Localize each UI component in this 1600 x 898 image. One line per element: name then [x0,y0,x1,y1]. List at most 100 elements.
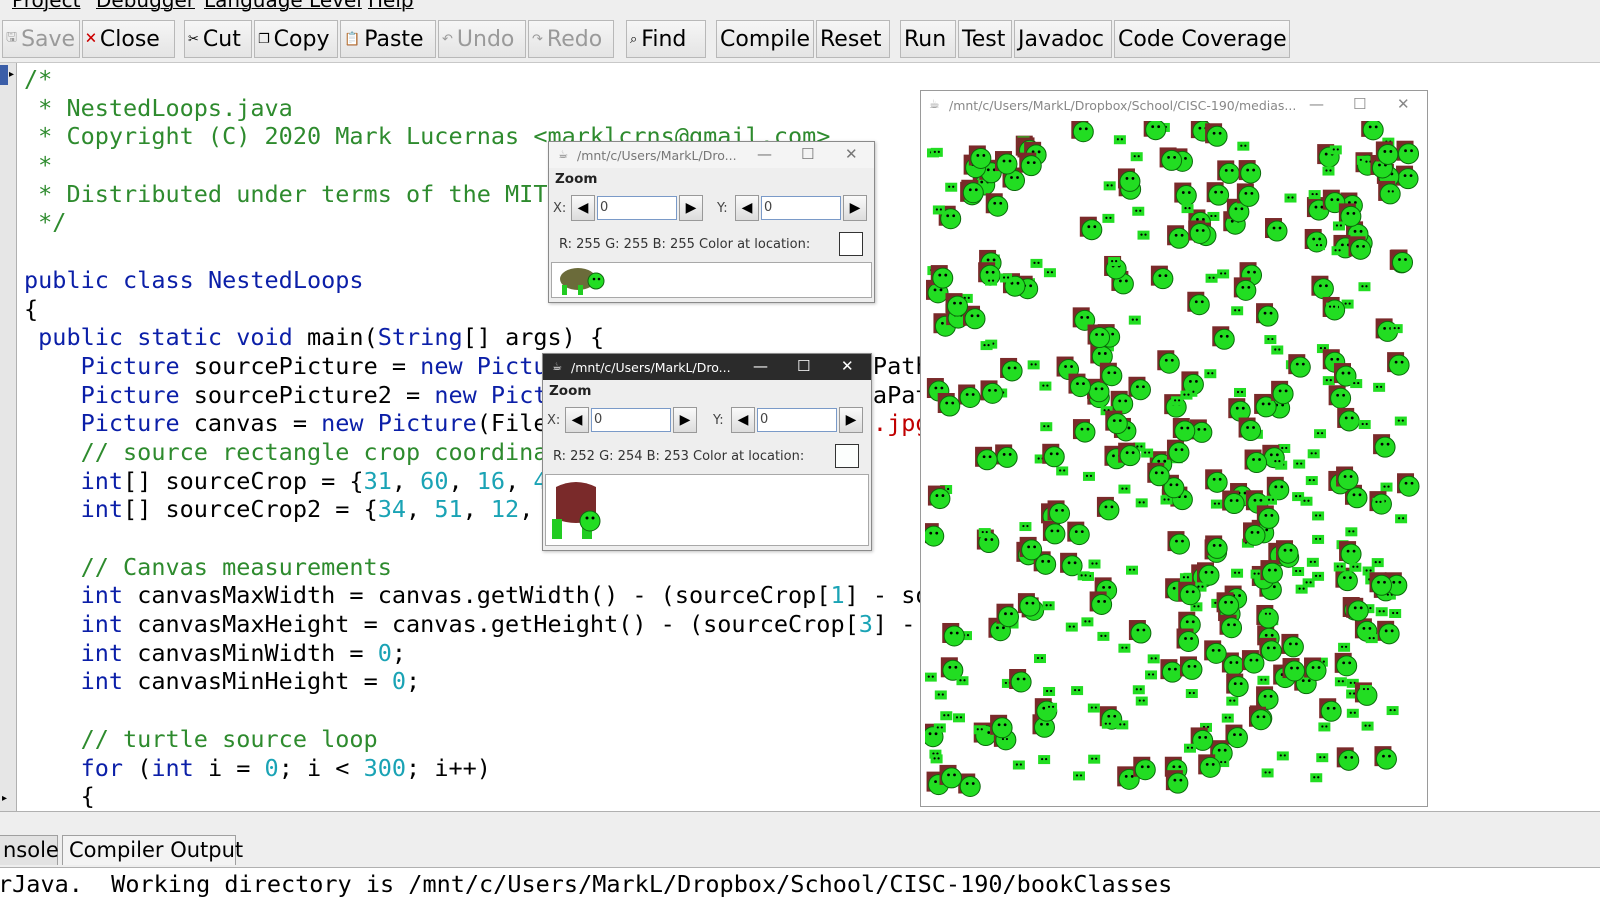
x-next-button[interactable]: ▶ [673,407,697,433]
code-token: 60 [420,466,449,495]
turtle-sprite [1328,385,1352,409]
turtle-sprite [1045,702,1058,712]
zoom-menu[interactable]: Zoom [549,383,591,399]
save-label: Save [21,26,76,52]
x-next-button[interactable]: ▶ [679,195,703,221]
picture-explorer-window-2[interactable]: ☕ /mnt/c/Users/MarkL/Dro... — ☐ ✕ Zoom X… [542,353,872,551]
turtle-image [552,482,601,539]
maximize-icon[interactable]: ☐ [1353,95,1366,113]
turtle-sprite [1312,511,1325,521]
run-button[interactable]: Run [900,20,956,58]
y-prev-button[interactable]: ◀ [735,195,759,221]
test-button[interactable]: Test [958,20,1012,58]
turtle-sprite [930,265,954,289]
explorer-2-menu: Zoom [543,380,871,402]
menu-project[interactable]: Project [12,0,80,12]
tab-console[interactable]: nsole [0,835,59,865]
code-token: 0 [377,638,392,667]
code-token: sourcePicture = [179,351,421,380]
turtle-sprite [1071,686,1084,696]
code-token: 16 [476,466,506,495]
redo-button[interactable]: ↷ Redo [528,20,614,58]
turtle-sprite [1096,496,1120,521]
turtle-sprite [1137,230,1150,240]
explorer-2-image-pane[interactable] [545,474,869,546]
close-button[interactable]: 🗙 Close [82,20,175,58]
y-next-button[interactable]: ▶ [839,407,863,433]
close-icon[interactable]: ✕ [1397,95,1410,113]
compile-button[interactable]: Compile [716,20,814,58]
turtle-sprite [1256,686,1279,710]
x-label: X: [553,201,567,216]
turtle-sprite [995,444,1018,468]
code-token: public class [24,265,208,294]
code-line: /* [24,65,1000,94]
y-prev-button[interactable]: ◀ [731,407,755,433]
turtle-sprite [1150,265,1174,290]
turtle-sprite [1118,643,1131,653]
canvas-window[interactable]: ☕ /mnt/c/Users/MarkL/Dropbox/School/CISC… [920,90,1428,807]
code-token: [] sourceCrop2 = { [123,495,378,524]
code-coverage-button[interactable]: Code Coverage [1114,20,1290,58]
picture-explorer-window-1[interactable]: ☕ /mnt/c/Users/MarkL/Dro... — ☐ ✕ Zoom X… [548,141,875,303]
save-button[interactable]: 🖫 Save [2,20,80,58]
turtle-sprite [1039,381,1052,391]
turtle-sprite [1081,617,1094,627]
turtle-sprite [937,393,961,417]
turtle-sprite [1375,607,1388,617]
x-field[interactable]: 0 [591,408,671,432]
turtle-sprite [1311,275,1334,300]
find-button[interactable]: ⌕ Find [626,20,706,58]
turtle-sprite [1042,443,1065,468]
scroll-down-arrow-icon[interactable]: ▸ [2,793,7,804]
turtle-sprite [925,523,945,547]
y-next-button[interactable]: ▶ [843,195,867,221]
explorer-1-image-pane[interactable] [551,262,872,298]
turtle-sprite [1349,562,1362,572]
menu-help[interactable]: Help [368,0,414,12]
x-field[interactable]: 0 [597,196,677,220]
cut-button[interactable]: ✂ Cut [184,20,252,58]
reset-button[interactable]: Reset [816,20,890,58]
close-label: Close [99,26,160,52]
y-field[interactable]: 0 [757,408,837,432]
turtle-sprite [1346,597,1369,622]
turtle-sprite [1377,620,1400,645]
x-prev-button[interactable]: ◀ [571,195,595,221]
undo-button[interactable]: ↶ Undo [438,20,526,58]
minimize-icon[interactable]: — [753,357,768,375]
minimize-icon[interactable]: — [1309,95,1324,113]
minimize-icon[interactable]: — [757,145,772,163]
turtle-sprite [1067,521,1090,546]
turtle-sprite [940,711,953,721]
turtle-sprite [1047,500,1071,524]
y-field[interactable]: 0 [761,196,841,220]
menu-language-level[interactable]: Language Level [204,0,362,12]
java-cup-icon: ☕ [552,360,562,373]
turtle-sprite [1350,379,1363,389]
menu-debugger[interactable]: Debugger [96,0,195,12]
canvas-window-titlebar[interactable]: ☕ /mnt/c/Users/MarkL/Dropbox/School/CISC… [921,91,1427,119]
copy-button[interactable]: ❐ Copy [254,20,338,58]
code-line: int canvasMinWidth = 0; [24,639,1000,668]
turtle-sprite [939,764,963,789]
turtle-sprite [1128,376,1151,401]
close-icon[interactable]: ✕ [845,145,858,163]
close-icon[interactable]: ✕ [841,357,854,375]
scroll-up-arrow-icon[interactable]: ▸ [9,69,14,80]
tab-compiler-output[interactable]: Compiler Output [62,835,243,865]
zoom-menu[interactable]: Zoom [555,171,597,187]
paste-button[interactable]: 📋 Paste [340,20,436,58]
explorer-1-titlebar[interactable]: ☕ /mnt/c/Users/MarkL/Dro... — ☐ ✕ [549,142,874,168]
turtle-sprite [1313,241,1326,251]
turtle-sprite [1206,182,1230,206]
explorer-1-menu: Zoom [549,168,874,190]
explorer-2-titlebar[interactable]: ☕ /mnt/c/Users/MarkL/Dro... — ☐ ✕ [543,354,871,380]
maximize-icon[interactable]: ☐ [801,145,814,163]
maximize-icon[interactable]: ☐ [797,357,810,375]
turtle-sprite [1217,269,1230,279]
x-prev-button[interactable]: ◀ [565,407,589,433]
code-line: int canvasMaxHeight = canvas.getHeight()… [24,610,1000,639]
javadoc-button[interactable]: Javadoc [1014,20,1112,58]
